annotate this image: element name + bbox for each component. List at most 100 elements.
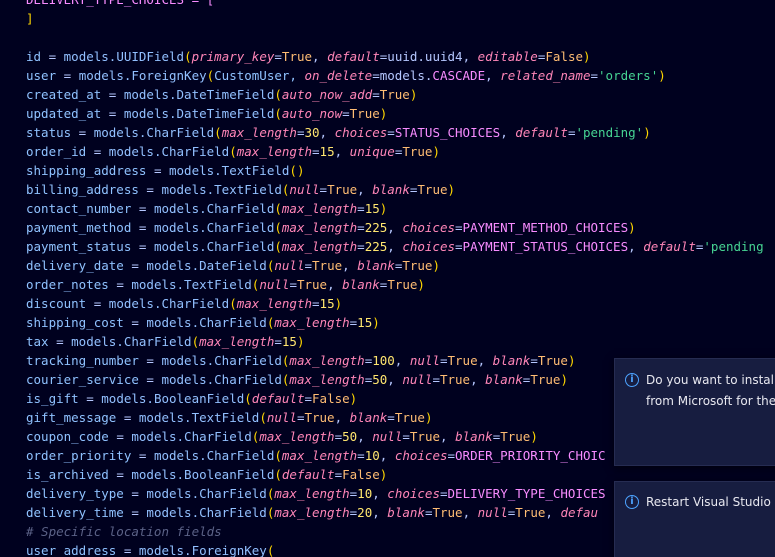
- code-line[interactable]: payment_method = models.CharField(max_le…: [26, 218, 636, 237]
- code-editor[interactable]: DELIVERY_TYPE_CHOICES = [] id = models.UU…: [0, 0, 775, 557]
- code-token: models.TextField: [169, 163, 290, 178]
- code-line[interactable]: gift_message = models.TextField(null=Tru…: [26, 408, 432, 427]
- code-line[interactable]: coupon_code = models.CharField(max_lengt…: [26, 427, 538, 446]
- code-line[interactable]: DELIVERY_TYPE_CHOICES = [: [26, 0, 214, 9]
- notification-message: Restart Visual Studio C: [646, 492, 775, 513]
- code-token: auto_now: [281, 106, 343, 121]
- code-token: =: [334, 429, 343, 444]
- code-line[interactable]: payment_status = models.CharField(max_le…: [26, 237, 764, 256]
- code-token: 'pending': [575, 125, 644, 140]
- code-token: True: [304, 410, 335, 425]
- code-token: unique: [349, 144, 395, 159]
- code-token: =: [86, 144, 109, 159]
- code-token: ,: [462, 505, 478, 520]
- code-line[interactable]: billing_address = models.TextField(null=…: [26, 180, 455, 199]
- code-token: blank: [349, 410, 388, 425]
- code-token: 'orders': [598, 68, 659, 83]
- code-token: =: [439, 486, 448, 501]
- code-line[interactable]: delivery_type = models.CharField(max_len…: [26, 484, 606, 503]
- info-icon: i: [625, 495, 639, 509]
- code-token: models.CharField: [153, 201, 275, 216]
- code-line[interactable]: shipping_cost = models.CharField(max_len…: [26, 313, 380, 332]
- code-line[interactable]: contact_number = models.CharField(max_le…: [26, 199, 387, 218]
- install-extension-notification[interactable]: i Do you want to install t from Microsof…: [614, 358, 775, 466]
- code-token: (): [289, 163, 305, 178]
- code-token: courier_service: [26, 372, 139, 387]
- code-token: (: [266, 543, 275, 557]
- code-token: =: [108, 277, 132, 292]
- code-token: max_length: [274, 486, 350, 501]
- code-token: 10: [364, 448, 380, 463]
- code-token: ,: [628, 239, 644, 254]
- code-line[interactable]: created_at = models.DateTimeField(auto_n…: [26, 85, 417, 104]
- code-token: default: [515, 125, 568, 140]
- code-token: ,: [327, 277, 343, 292]
- code-token: choices: [394, 448, 448, 463]
- code-line[interactable]: order_id = models.CharField(max_length=1…: [26, 142, 440, 161]
- code-token: ,: [379, 448, 395, 463]
- code-token: models.TextField: [138, 410, 260, 425]
- code-line[interactable]: delivery_date = models.DateField(null=Tr…: [26, 256, 440, 275]
- code-token: =: [372, 87, 380, 102]
- code-token: True: [439, 372, 471, 387]
- code-line[interactable]: updated_at = models.DateTimeField(auto_n…: [26, 104, 387, 123]
- code-line[interactable]: courier_service = models.CharField(max_l…: [26, 370, 568, 389]
- code-line[interactable]: delivery_time = models.CharField(max_len…: [26, 503, 598, 522]
- code-token: null: [402, 372, 433, 387]
- code-token: =: [101, 106, 124, 121]
- code-token: 30: [304, 125, 320, 140]
- code-token: =: [131, 448, 154, 463]
- code-token: ,: [312, 49, 328, 64]
- code-line[interactable]: user = models.ForeignKey(CustomUser, on_…: [26, 66, 666, 85]
- code-token: ): [334, 296, 343, 311]
- code-token: max_length: [199, 334, 275, 349]
- code-line[interactable]: user_address = models.ForeignKey(: [26, 541, 274, 557]
- code-line[interactable]: ]: [26, 9, 34, 28]
- code-line[interactable]: order_priority = models.CharField(max_le…: [26, 446, 606, 465]
- code-line[interactable]: is_archived = models.BooleanField(defaul…: [26, 465, 387, 484]
- code-token: ): [379, 467, 388, 482]
- code-line[interactable]: discount = models.CharField(max_length=1…: [26, 294, 342, 313]
- code-token: ]: [26, 11, 34, 26]
- code-token: =: [342, 106, 350, 121]
- code-token: ): [567, 353, 576, 368]
- code-line[interactable]: is_gift = models.BooleanField(default=Fa…: [26, 389, 357, 408]
- code-token: =uuid.uuid4,: [379, 49, 478, 64]
- code-line[interactable]: tax = models.CharField(max_length=15): [26, 332, 305, 351]
- code-token: ): [628, 220, 636, 235]
- info-icon: i: [625, 373, 639, 387]
- code-token: =: [387, 125, 395, 140]
- code-token: blank: [372, 182, 410, 197]
- code-token: order_notes: [26, 277, 109, 292]
- code-token: coupon_code: [26, 429, 109, 444]
- code-token: ,: [387, 239, 403, 254]
- code-token: billing_address: [26, 182, 139, 197]
- code-token: contact_number: [26, 201, 132, 216]
- code-token: 15: [319, 296, 335, 311]
- code-token: null: [289, 182, 320, 197]
- restart-notification[interactable]: i Restart Visual Studio C: [614, 481, 775, 557]
- code-token: models.CharField: [71, 334, 192, 349]
- code-line[interactable]: # Specific location fields: [26, 522, 222, 541]
- code-token: blank: [387, 505, 425, 520]
- code-token: models.CharField: [153, 220, 275, 235]
- code-token: STATUS_CHOICES: [394, 125, 501, 140]
- code-token: choices: [402, 220, 456, 235]
- code-token: =: [590, 68, 599, 83]
- code-token: ): [530, 429, 538, 444]
- code-token: models.BooleanField: [101, 391, 245, 406]
- code-line[interactable]: tracking_number = models.CharField(max_l…: [26, 351, 575, 370]
- code-token: id: [26, 49, 42, 64]
- code-line[interactable]: shipping_address = models.TextField(): [26, 161, 304, 180]
- code-token: user_address: [26, 543, 117, 557]
- code-token: =: [131, 220, 154, 235]
- code-token: (: [229, 296, 237, 311]
- code-line[interactable]: order_notes = models.TextField(null=True…: [26, 275, 425, 294]
- code-token: ,: [470, 372, 486, 387]
- code-token: ,: [334, 410, 350, 425]
- code-token: models.CharField: [146, 505, 267, 520]
- code-line[interactable]: id = models.UUIDField(primary_key=True, …: [26, 47, 591, 66]
- code-token: delivery_date: [26, 258, 124, 273]
- code-line[interactable]: status = models.CharField(max_length = 30,…: [26, 123, 651, 142]
- code-token: DELIVERY_TYPE_CHOICES = [: [26, 0, 214, 7]
